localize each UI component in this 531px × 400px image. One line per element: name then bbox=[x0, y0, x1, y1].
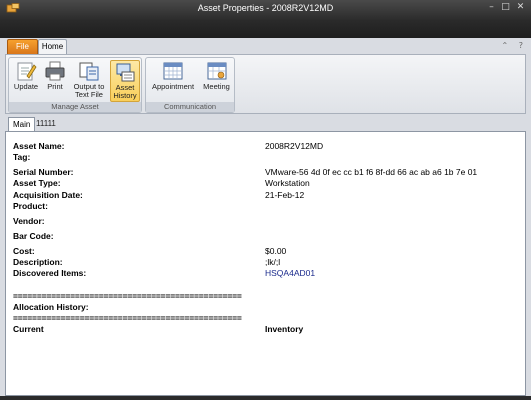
update-label: Update bbox=[13, 82, 39, 91]
calendar-icon bbox=[163, 62, 183, 80]
printer-icon bbox=[45, 61, 65, 81]
group-communication-label: Communication bbox=[146, 102, 234, 112]
minimize-icon[interactable]: – bbox=[486, 2, 497, 13]
cost-value: $0.00 bbox=[265, 246, 287, 256]
window-bottom-border bbox=[0, 396, 531, 400]
print-button[interactable]: Print bbox=[42, 60, 68, 102]
meeting-button[interactable]: Meeting bbox=[200, 60, 233, 102]
bar-code-label: Bar Code: bbox=[13, 231, 54, 241]
product-label: Product: bbox=[13, 201, 48, 211]
window-title: Asset Properties - 2008R2V12MD bbox=[197, 3, 334, 13]
update-icon bbox=[17, 62, 37, 81]
ribbon-tab-file[interactable]: File bbox=[7, 39, 38, 55]
maximize-icon[interactable]: □ bbox=[500, 2, 511, 13]
group-manage-asset: Update Print Output to Text File Asset H… bbox=[8, 57, 142, 113]
separator-line: ========================================… bbox=[13, 291, 242, 301]
help-icon[interactable]: ? bbox=[519, 41, 523, 50]
asset-type-label: Asset Type: bbox=[13, 178, 61, 188]
output-to-text-file-label: Output to Text File bbox=[73, 82, 105, 99]
vendor-label: Vendor: bbox=[13, 216, 45, 226]
acquisition-date-value: 21-Feb-12 bbox=[265, 190, 305, 200]
appointment-label: Appointment bbox=[151, 82, 195, 91]
asset-history-label: Asset History bbox=[113, 83, 137, 100]
ribbon-right-controls: ⌃ ? bbox=[494, 41, 524, 50]
appointment-button[interactable]: Appointment bbox=[148, 60, 198, 102]
group-communication: Appointment Meeting Communication bbox=[145, 57, 235, 113]
acquisition-date-label: Acquisition Date: bbox=[13, 190, 83, 200]
asset-history-icon bbox=[116, 63, 135, 82]
column-inventory: Inventory bbox=[265, 324, 304, 334]
serial-number-label: Serial Number: bbox=[13, 167, 74, 177]
cost-label: Cost: bbox=[13, 246, 35, 256]
title-bar: Asset Properties - 2008R2V12MD – □ ✕ bbox=[0, 0, 531, 38]
column-current: Current bbox=[13, 324, 44, 334]
output-file-icon bbox=[79, 62, 99, 81]
asset-properties-window: Asset Properties - 2008R2V12MD – □ ✕ Fil… bbox=[0, 0, 531, 400]
separator-line: ========================================… bbox=[13, 313, 242, 323]
group-manage-asset-label: Manage Asset bbox=[9, 102, 141, 112]
asset-history-button[interactable]: Asset History bbox=[110, 60, 140, 102]
tab-11111[interactable]: 11111 bbox=[32, 117, 60, 131]
update-button[interactable]: Update bbox=[11, 60, 41, 102]
output-to-text-file-button[interactable]: Output to Text File bbox=[69, 60, 109, 102]
properties-panel: Asset Name: 2008R2V12MD Tag: Serial Numb… bbox=[5, 131, 526, 396]
allocation-history-title: Allocation History: bbox=[13, 302, 89, 312]
close-icon[interactable]: ✕ bbox=[515, 2, 526, 13]
serial-number-value: VMware-56 4d 0f ec cc b1 f6 8f-dd 66 ac … bbox=[265, 167, 478, 177]
print-label: Print bbox=[47, 82, 63, 91]
collapse-ribbon-icon[interactable]: ⌃ bbox=[502, 41, 509, 50]
asset-type-value: Workstation bbox=[265, 178, 310, 188]
asset-name-value: 2008R2V12MD bbox=[265, 141, 324, 151]
ribbon-tab-home[interactable]: Home bbox=[38, 39, 67, 55]
meeting-label: Meeting bbox=[203, 82, 230, 91]
discovered-items-label: Discovered Items: bbox=[13, 268, 87, 278]
description-label: Description: bbox=[13, 257, 63, 267]
ribbon: Update Print Output to Text File Asset H… bbox=[5, 54, 526, 114]
description-value: ;lk/;l bbox=[265, 257, 281, 267]
asset-name-label: Asset Name: bbox=[13, 141, 65, 151]
tag-label: Tag: bbox=[13, 152, 31, 162]
discovered-items-link[interactable]: HSQA4AD01 bbox=[265, 268, 315, 278]
document-tabs: Main 11111 bbox=[5, 117, 526, 132]
meeting-icon bbox=[207, 62, 226, 80]
